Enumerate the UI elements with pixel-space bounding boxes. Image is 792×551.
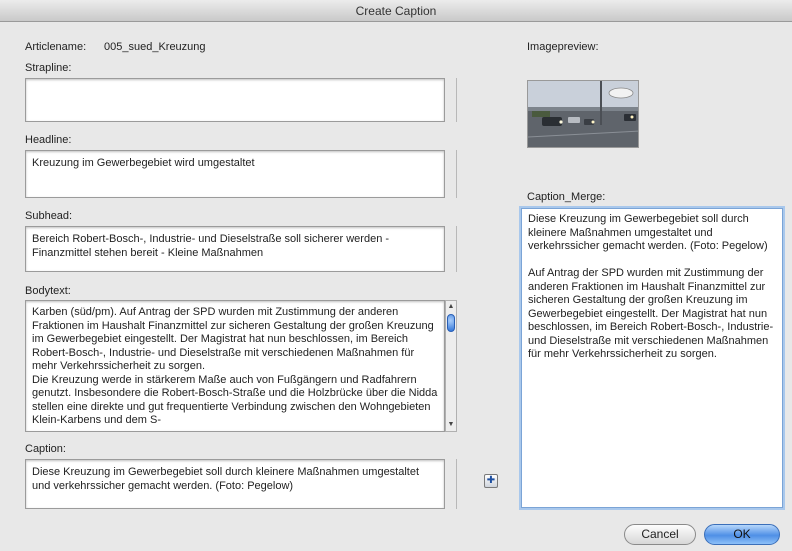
- articlename-value: 005_sued_Kreuzung: [104, 41, 206, 53]
- bodytext-label: Bodytext:: [25, 285, 71, 297]
- street-photo-icon: [528, 81, 638, 147]
- arrow-up-icon[interactable]: ▲: [446, 302, 456, 312]
- bodytext-scrollbar[interactable]: ▲ ▼: [445, 300, 457, 432]
- plus-icon: ✚: [486, 475, 496, 486]
- headline-field[interactable]: Kreuzung im Gewerbegebiet wird umgestalt…: [25, 150, 445, 198]
- bodytext-field[interactable]: Karben (süd/pm). Auf Antrag der SPD wurd…: [25, 300, 445, 432]
- headline-label: Headline:: [25, 134, 72, 146]
- image-preview: [527, 80, 639, 148]
- ok-button[interactable]: OK: [704, 524, 780, 545]
- subhead-divider: [456, 226, 457, 272]
- caption-label: Caption:: [25, 443, 66, 455]
- scroll-thumb[interactable]: [447, 314, 455, 332]
- strapline-label: Strapline:: [25, 62, 72, 74]
- caption-field[interactable]: Diese Kreuzung im Gewerbegebiet soll dur…: [25, 459, 445, 509]
- arrow-down-icon[interactable]: ▼: [446, 420, 456, 430]
- strapline-divider: [456, 78, 457, 122]
- caption-divider: [456, 459, 457, 509]
- merge-button[interactable]: ✚: [484, 474, 498, 488]
- cancel-button[interactable]: Cancel: [624, 524, 696, 545]
- subhead-label: Subhead:: [25, 210, 73, 222]
- caption-merge-field[interactable]: Diese Kreuzung im Gewerbegebiet soll dur…: [521, 208, 783, 508]
- window-title: Create Caption: [0, 0, 792, 22]
- subhead-field[interactable]: Bereich Robert-Bosch-, Industrie- und Di…: [25, 226, 445, 272]
- articlename-label: Articlename:: [25, 41, 87, 53]
- strapline-field[interactable]: [25, 78, 445, 122]
- caption-merge-label: Caption_Merge:: [527, 191, 606, 203]
- imagepreview-label: Imagepreview:: [527, 41, 599, 53]
- headline-divider: [456, 150, 457, 198]
